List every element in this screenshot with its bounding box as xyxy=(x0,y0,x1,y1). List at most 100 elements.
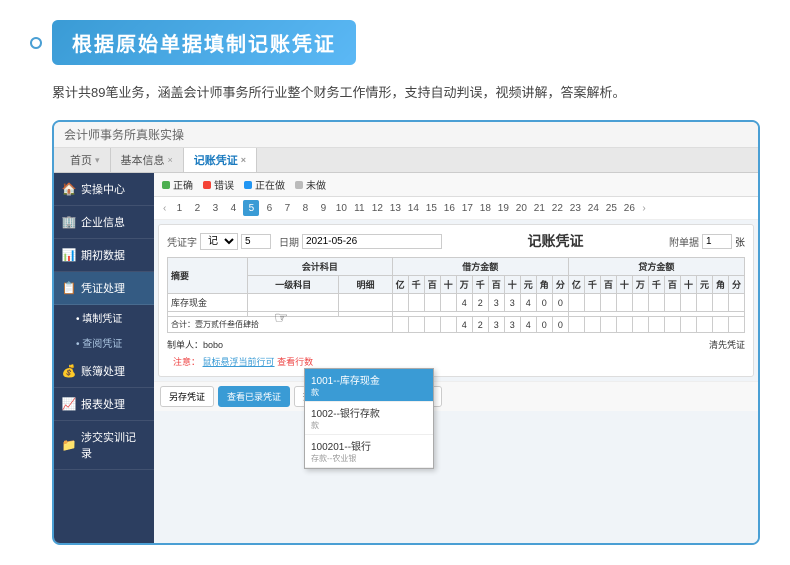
td-detail-1 xyxy=(339,294,392,312)
sidebar-item-voucher[interactable]: 📋 凭证处理 xyxy=(54,272,154,305)
notice-link[interactable]: 鼠标悬浮当前行可 xyxy=(203,357,275,367)
page-9[interactable]: 9 xyxy=(315,200,331,216)
sidebar-item-ledger[interactable]: 💰 账簿处理 xyxy=(54,355,154,388)
th-summary: 摘要 xyxy=(168,258,248,294)
sidebar-sub-view[interactable]: • 查阅凭证 xyxy=(54,330,154,355)
attach-unit: 张 xyxy=(735,234,745,249)
attach-input[interactable] xyxy=(702,234,732,249)
tab-home[interactable]: 首页 ▾ xyxy=(60,148,111,172)
sidebar-sub-fill[interactable]: • 填制凭证 xyxy=(54,305,154,330)
td-d5: 4 xyxy=(456,294,472,312)
td-d3 xyxy=(424,294,440,312)
practice-icon: 🏠 xyxy=(62,182,76,196)
th-credit: 贷方金额 xyxy=(568,258,744,276)
td-total-c11 xyxy=(728,317,744,333)
page-title: 根据原始单据填制记账凭证 xyxy=(52,20,356,65)
td-c9 xyxy=(696,294,712,312)
cursor-icon: ☞ xyxy=(274,308,288,328)
correct-dot xyxy=(162,181,170,189)
dropdown-item-100201[interactable]: 100201--银行存款--农业银 xyxy=(305,435,433,468)
td-total-c10 xyxy=(712,317,728,333)
sidebar-item-company[interactable]: 🏢 企业信息 xyxy=(54,206,154,239)
td-c7 xyxy=(664,294,680,312)
sidebar-item-record[interactable]: 📁 涉交实训记录 xyxy=(54,421,154,470)
table-row-1: 库存现金 4 2 3 3 4 xyxy=(168,294,745,312)
page-19[interactable]: 19 xyxy=(495,200,511,216)
view-recorded-btn[interactable]: 查看已录凭证 xyxy=(218,386,290,407)
td-d6: 2 xyxy=(472,294,488,312)
notice-text: 注意： 鼠标悬浮当前行可 查看行数 xyxy=(167,353,745,370)
page-24[interactable]: 24 xyxy=(585,200,601,216)
page-7[interactable]: 7 xyxy=(279,200,295,216)
page-1[interactable]: 1 xyxy=(171,200,187,216)
th-d-shi2: 十 xyxy=(504,276,520,294)
initial-icon: 📊 xyxy=(62,248,76,262)
th-detail: 明细 xyxy=(339,276,392,294)
correct-label: 正确 xyxy=(173,177,193,192)
sidebar-sub-fill-label: • 填制凭证 xyxy=(76,314,122,325)
sidebar-report-label: 报表处理 xyxy=(81,396,125,412)
tab-basic-info[interactable]: 基本信息 × xyxy=(111,148,184,172)
description: 累计共89笔业务，涵盖会计师事务所行业整个财务工作情形，支持自动判误，视频讲解，… xyxy=(30,81,760,104)
content-area: 会计师事务所真账实操 首页 ▾ 基本信息 × 记账凭证 × 🏠 实 xyxy=(52,120,760,545)
page-prev[interactable]: ‹ xyxy=(160,203,169,214)
error-label: 错误 xyxy=(214,177,234,192)
tab-voucher[interactable]: 记账凭证 × xyxy=(184,148,257,172)
tab-basic-close[interactable]: × xyxy=(168,155,173,165)
page-25[interactable]: 25 xyxy=(603,200,619,216)
sidebar-item-initial[interactable]: 📊 期初数据 xyxy=(54,239,154,272)
td-d7: 3 xyxy=(488,294,504,312)
td-d2 xyxy=(408,294,424,312)
td-c11 xyxy=(728,294,744,312)
page-6[interactable]: 6 xyxy=(261,200,277,216)
tab-basic-info-label: 基本信息 xyxy=(121,152,165,168)
action-buttons: 另存凭证 查看已录凭证 查看答案解析 查看视频讲解 xyxy=(154,381,758,411)
cert-type-select[interactable]: 记 xyxy=(200,233,238,250)
clear-btn[interactable]: 清先凭证 xyxy=(709,338,745,351)
td-c3 xyxy=(600,294,616,312)
page-18[interactable]: 18 xyxy=(477,200,493,216)
page-23[interactable]: 23 xyxy=(567,200,583,216)
td-total-c8 xyxy=(680,317,696,333)
page-8[interactable]: 8 xyxy=(297,200,313,216)
page-16[interactable]: 16 xyxy=(441,200,457,216)
undone-dot xyxy=(295,181,303,189)
app-tabs: 首页 ▾ 基本信息 × 记账凭证 × xyxy=(54,148,758,173)
voucher-area: 凭证字 记 日期 记账凭证 附单据 xyxy=(158,224,754,377)
td-total-d9: 4 xyxy=(520,317,536,333)
page-2[interactable]: 2 xyxy=(189,200,205,216)
page-15[interactable]: 15 xyxy=(423,200,439,216)
account-dropdown[interactable]: 1001--库存现金款 1002--银行存款款 100201--银行存款--农业… xyxy=(304,368,434,469)
record-icon: 📁 xyxy=(62,438,76,452)
error-dot xyxy=(203,181,211,189)
cert-num-input[interactable] xyxy=(241,234,271,249)
page-20[interactable]: 20 xyxy=(513,200,529,216)
page-21[interactable]: 21 xyxy=(531,200,547,216)
undone-label: 未做 xyxy=(306,177,326,192)
page-next[interactable]: › xyxy=(639,203,648,214)
th-c-bai2: 百 xyxy=(664,276,680,294)
dropdown-item-1002[interactable]: 1002--银行存款款 xyxy=(305,402,433,435)
page-5[interactable]: 5 xyxy=(243,200,259,216)
status-error: 错误 xyxy=(203,177,234,192)
page-22[interactable]: 22 xyxy=(549,200,565,216)
page-4[interactable]: 4 xyxy=(225,200,241,216)
page-12[interactable]: 12 xyxy=(369,200,385,216)
tab-home-label: 首页 xyxy=(70,152,92,168)
page-10[interactable]: 10 xyxy=(333,200,349,216)
td-c8 xyxy=(680,294,696,312)
td-c10 xyxy=(712,294,728,312)
dropdown-item-1001[interactable]: 1001--库存现金款 xyxy=(305,369,433,402)
page-17[interactable]: 17 xyxy=(459,200,475,216)
app-body: 🏠 实操中心 🏢 企业信息 📊 期初数据 📋 凭证处理 • 填制凭证 xyxy=(54,173,758,543)
sidebar-item-practice[interactable]: 🏠 实操中心 xyxy=(54,173,154,206)
date-input[interactable] xyxy=(302,234,442,249)
page-26[interactable]: 26 xyxy=(621,200,637,216)
page-13[interactable]: 13 xyxy=(387,200,403,216)
save-voucher-btn[interactable]: 另存凭证 xyxy=(160,386,214,407)
page-3[interactable]: 3 xyxy=(207,200,223,216)
sidebar-item-report[interactable]: 📈 报表处理 xyxy=(54,388,154,421)
page-11[interactable]: 11 xyxy=(351,200,367,216)
tab-voucher-close[interactable]: × xyxy=(241,155,246,165)
page-14[interactable]: 14 xyxy=(405,200,421,216)
